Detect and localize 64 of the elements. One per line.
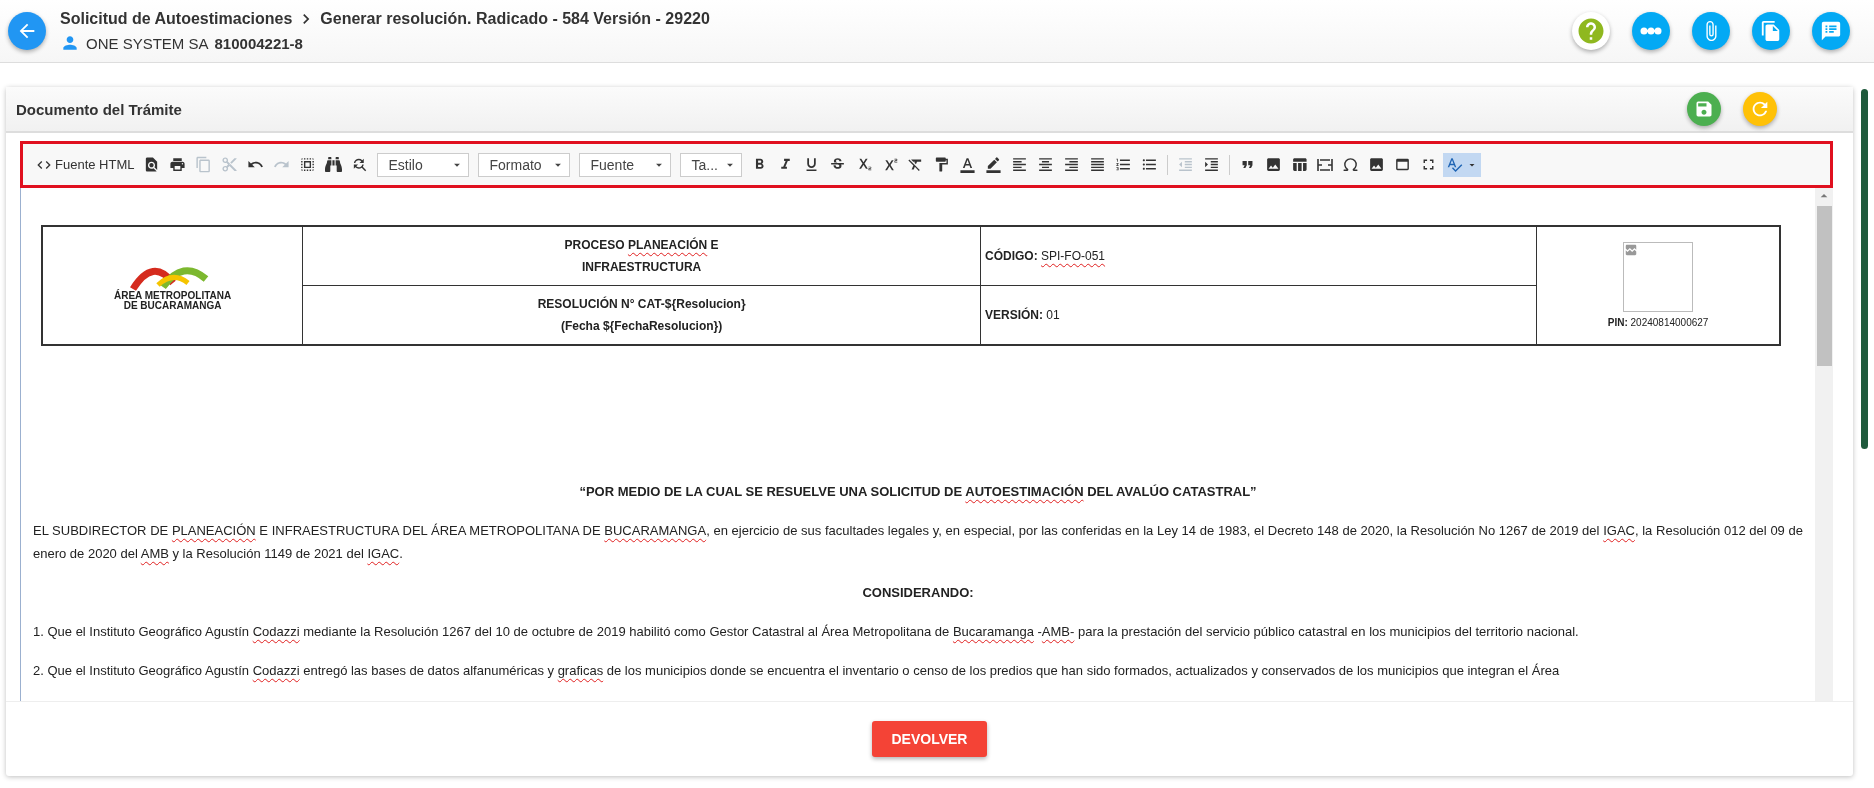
source-button[interactable]: Fuente HTML — [33, 152, 138, 177]
version-label: VERSIÓN: 01 — [985, 306, 1061, 324]
page-scrollbar[interactable] — [1861, 89, 1868, 449]
paintbrush-icon — [933, 156, 951, 173]
bulleted-list-icon — [1141, 156, 1159, 173]
intro-paragraph: EL SUBDIRECTOR DE PLANEACIÓN E INFRAESTRUCTURA DEL ÁREA METROPOLITANA DE BUCARAMANGA, en ejercicio de sus facultades legales y, en especial, por las conferidas en la Ley 14 de 1983, el Decreto 148 de 2020, la Resolución No 1267 de 2019 del IGAC, la Resolución 012 del 09 de enero de 2020 del AMB y la Resolución 1149 de 2021 del IGAC. — [33, 522, 1803, 563]
return-button[interactable]: DEVOLVER — [871, 721, 988, 757]
company-name: ONE SYSTEM SA — [86, 34, 209, 52]
panel-title: Documento del Trámite — [16, 100, 183, 118]
company-nit: 810004221-8 — [214, 34, 303, 52]
process-title: PROCESO PLANEACIÓN E — [563, 236, 720, 254]
notes-button[interactable] — [1812, 12, 1850, 50]
documents-button[interactable] — [1752, 12, 1790, 50]
linked-dots-icon — [1640, 27, 1662, 35]
print-icon — [169, 156, 187, 173]
attach-button[interactable] — [1692, 12, 1730, 50]
panel-icon — [1394, 156, 1412, 173]
document-title: “POR MEDIO DE LA CUAL SE RESUELVE UNA SOLICITUD DE AUTOESTIMACIÓN DEL AVALÚO CATASTRAL” — [578, 483, 1258, 501]
documents-icon — [1760, 20, 1782, 42]
section-heading: CONSIDERANDO: — [861, 584, 975, 602]
broken-image-icon — [1624, 242, 1639, 257]
binoculars-icon — [325, 156, 343, 173]
logo-text: DE BUCARAMANGA — [123, 300, 222, 311]
align-justify-icon — [1089, 156, 1107, 173]
resolution-title: RESOLUCIÓN N° CAT-${Resolucion} — [536, 295, 747, 313]
toolbar-dropdown[interactable]: Formato — [478, 152, 571, 177]
numbered-paragraph: 2. Que el Instituto Geográfico Agustín Codazzi entregó las bases de datos alfanuméricas y graficas de los municipios donde se encuentra el inventario o censo de los predios que han sido formados, actualizados y conservados de los municipios que integran el Área — [33, 662, 1561, 680]
back-button[interactable] — [8, 12, 46, 50]
align-center-icon — [1037, 156, 1055, 173]
omega-icon — [1342, 156, 1360, 173]
photo-icon — [1368, 156, 1386, 173]
page-break-icon — [1317, 157, 1334, 172]
save-icon — [1694, 99, 1714, 119]
align-left-icon — [1011, 156, 1029, 173]
breadcrumb-item: Generar resolución. Radicado - 584 Versión - 29220 — [320, 10, 710, 28]
breadcrumb-item: Solicitud de Autoestimaciones — [60, 10, 293, 28]
numbered-list-icon — [1115, 156, 1133, 173]
toolbar-dropdown[interactable]: Estilo — [377, 152, 470, 177]
copy-icon — [195, 156, 213, 173]
cut-icon — [221, 156, 239, 173]
text-color-icon — [959, 156, 977, 173]
table-icon — [1291, 156, 1309, 173]
code-label: CÓDIGO: SPI-FO-051 — [985, 247, 1107, 265]
logo-text: ÁREA METROPOLITANA — [114, 290, 232, 301]
save-button[interactable] — [1687, 92, 1721, 126]
help-icon — [1576, 16, 1606, 46]
toolbar-dropdown[interactable]: Ta... — [680, 152, 743, 177]
scrollbar[interactable] — [1815, 188, 1833, 701]
resolution-title: (Fecha ${FechaResolucion}) — [559, 318, 724, 335]
toolbar-dropdown[interactable]: Fuente — [579, 152, 672, 177]
indent-icon — [1203, 156, 1221, 173]
outdent-icon — [1177, 156, 1195, 173]
image-icon — [1265, 156, 1283, 173]
select-all-icon — [299, 156, 317, 173]
spellcheck-button[interactable] — [1443, 152, 1482, 177]
speech-bubble-icon — [1820, 20, 1842, 42]
numbered-paragraph: 1. Que el Instituto Geográfico Agustín Codazzi mediante la Resolución 1267 del 10 de octubre de 2019 habilitó como Gestor Catastral al Área Metropolitana de Bucaramanga -AMB- para la prestación del servicio público catastral en los municipios del territorio nacional. — [33, 623, 1580, 641]
scrollbar-thumb[interactable] — [1816, 206, 1832, 366]
align-right-icon — [1063, 156, 1081, 173]
replace-icon — [351, 156, 369, 173]
pin-text: PIN: 20240814000627 — [1606, 315, 1710, 330]
process-title: INFRAESTRUCTURA — [580, 259, 703, 276]
flow-button[interactable] — [1632, 12, 1670, 50]
spellcheck-icon — [1446, 156, 1464, 173]
